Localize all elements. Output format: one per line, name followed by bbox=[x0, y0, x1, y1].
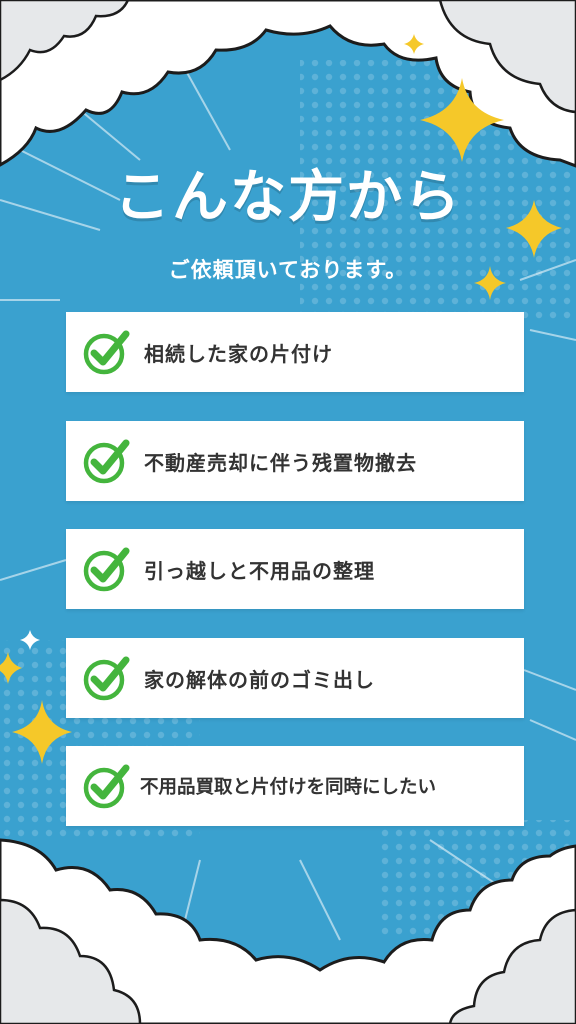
page-subtitle: ご依頼頂いております。 bbox=[168, 258, 408, 282]
check-icon bbox=[83, 656, 130, 701]
list-item-label: 引っ越しと不用品の整理 bbox=[144, 558, 375, 583]
page-title: こんな方から bbox=[114, 165, 462, 230]
list-item-label: 不用品買取と片付けを同時にしたい bbox=[140, 777, 437, 798]
check-icon bbox=[83, 439, 130, 484]
list-item: 家の解体の前のゴミ出し bbox=[66, 638, 524, 718]
list-item: 不用品買取と片付けを同時にしたい bbox=[66, 746, 524, 826]
check-icon bbox=[83, 330, 130, 375]
list-item: 相続した家の片付け bbox=[66, 312, 524, 392]
list-item-label: 家の解体の前のゴミ出し bbox=[144, 667, 375, 692]
check-icon bbox=[83, 764, 130, 809]
list-item-label: 相続した家の片付け bbox=[144, 341, 333, 366]
list-item: 引っ越しと不用品の整理 bbox=[66, 529, 524, 609]
poster: こんな方から ご依頼頂いております。 相続した家の片付け 不動産売却に伴う残置物… bbox=[0, 0, 576, 1024]
list-item-label: 不動産売却に伴う残置物撤去 bbox=[144, 450, 417, 475]
list-item: 不動産売却に伴う残置物撤去 bbox=[66, 421, 524, 501]
check-icon bbox=[83, 547, 130, 592]
